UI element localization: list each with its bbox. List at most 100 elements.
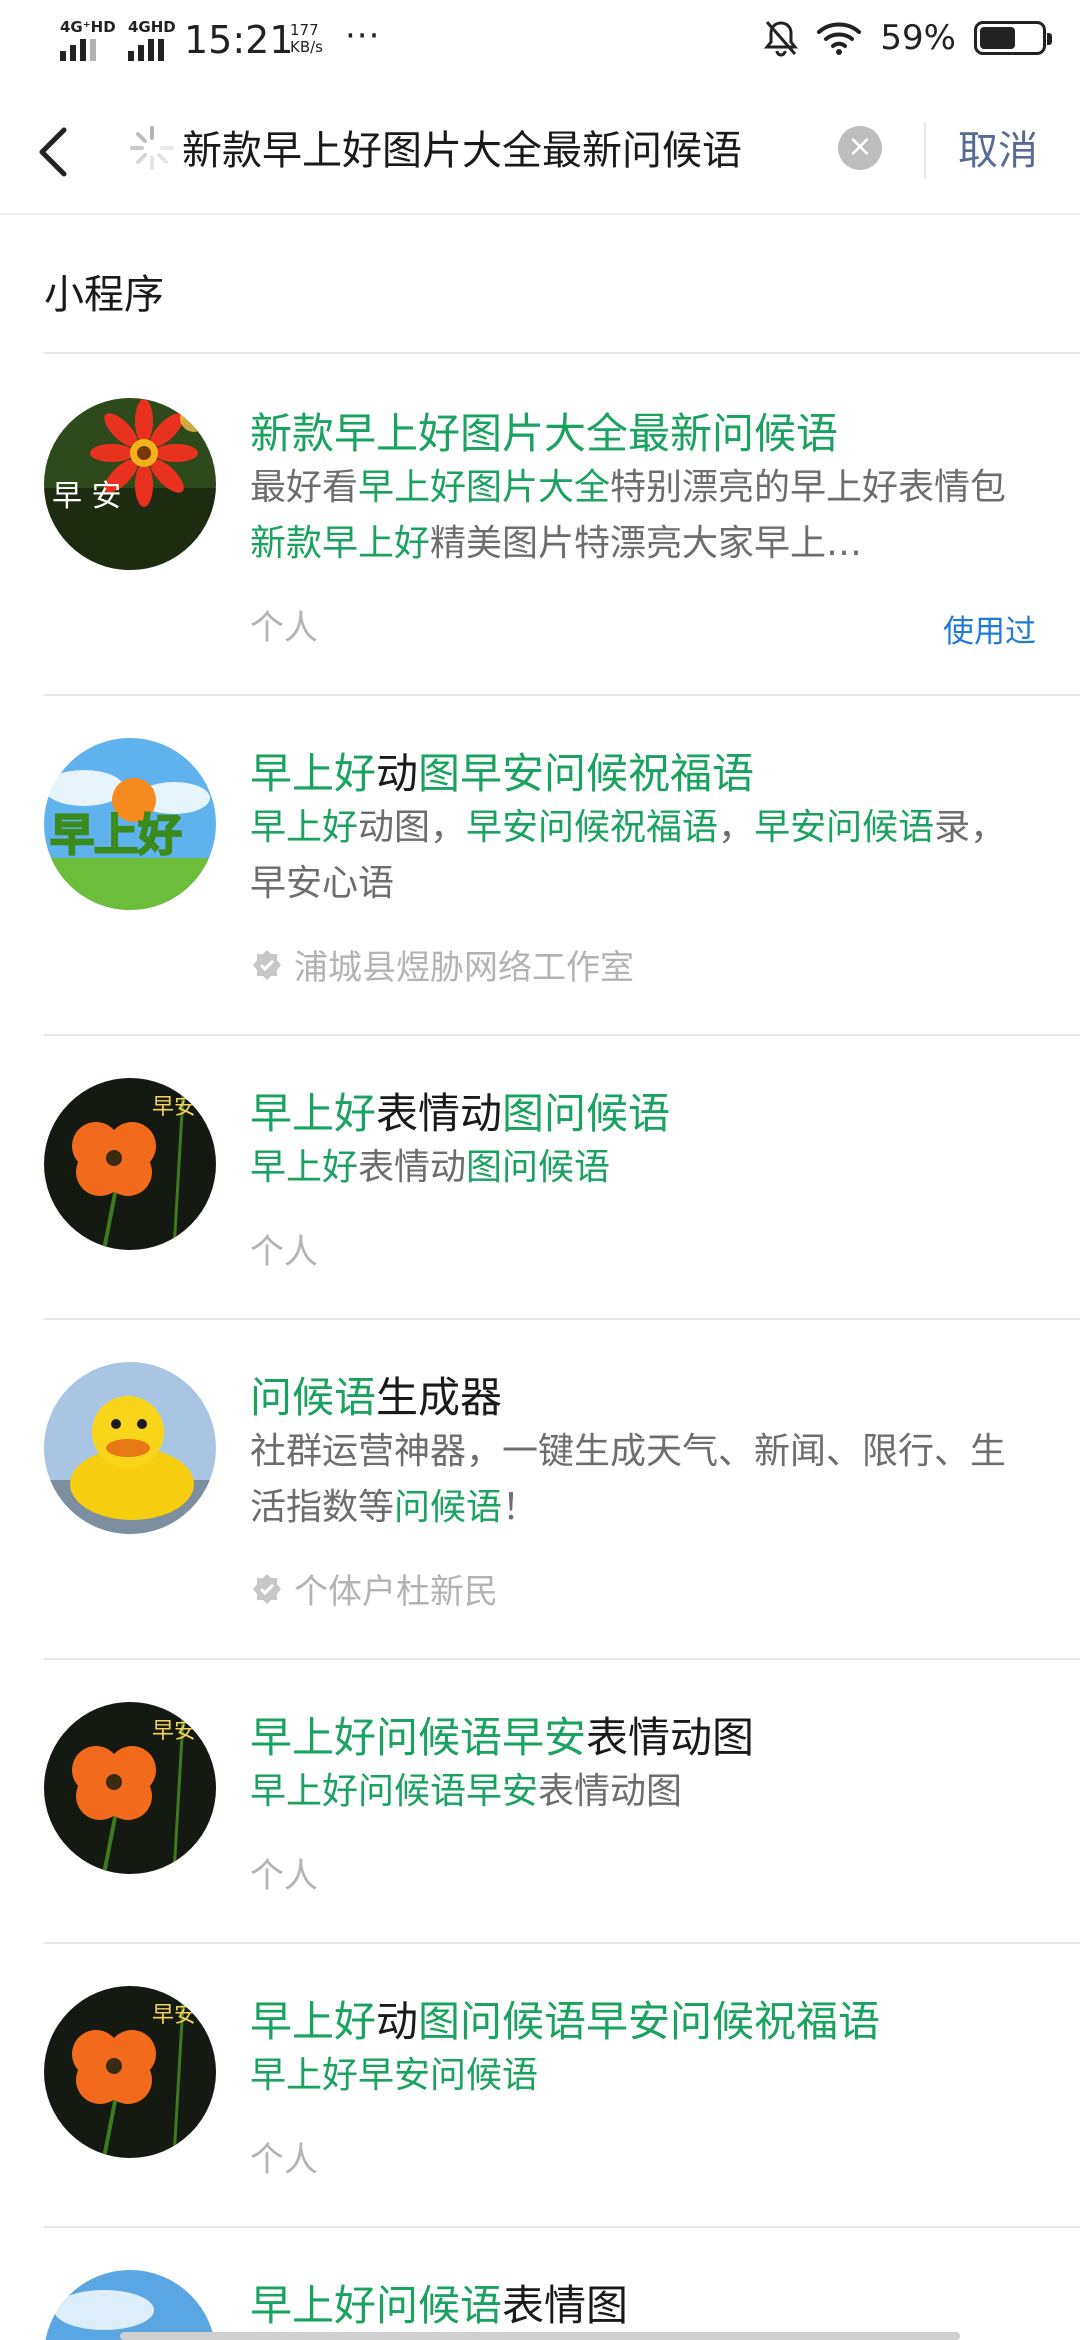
battery-icon bbox=[974, 21, 1052, 55]
clear-search-icon[interactable]: × bbox=[838, 126, 882, 170]
owner-name: 个人 bbox=[250, 1232, 318, 1272]
text-segment: 动 bbox=[376, 749, 419, 798]
keyword-highlight: 早安问候语 bbox=[754, 807, 935, 848]
result-item-2[interactable]: 早上好 早上好动图早安问候祝福语 早上好动图，早安问候祝福语，早安问候语录，早安… bbox=[0, 696, 1080, 1036]
keyword-highlight: 早上好 bbox=[250, 807, 359, 848]
result-title: 早上好表情动图问候语 bbox=[250, 1080, 670, 1141]
result-owner: 浦城县煜胁网络工作室 bbox=[250, 940, 634, 989]
search-input[interactable]: 新款早上好图片大全最新问候语 bbox=[182, 118, 822, 176]
text-segment: 表情图 bbox=[502, 2281, 629, 2330]
result-title: 新款早上好图片大全最新问候语 bbox=[250, 400, 838, 461]
text-segment: 生成器 bbox=[376, 1373, 503, 1422]
avatar-caption: 早 安 bbox=[52, 479, 122, 514]
result-owner: 个体户杜新民 bbox=[250, 1564, 498, 1613]
result-description: 社群运营神器，一键生成天气、新闻、限行、生活指数等问候语！ bbox=[250, 1424, 1040, 1536]
keyword-highlight: 图问候语早安问候祝福语 bbox=[418, 1997, 881, 2046]
keyword-highlight: 早上好问候语早安 bbox=[250, 1771, 539, 1812]
text-segment: 表情动图 bbox=[538, 1771, 683, 1812]
text-segment: ， bbox=[718, 807, 755, 848]
verified-badge-icon bbox=[253, 1573, 281, 1604]
net-speed: 177 KB/s bbox=[290, 22, 323, 56]
result-owner: 个人 bbox=[250, 2132, 318, 2181]
keyword-highlight: 早上好 bbox=[250, 1089, 377, 1138]
header-divider bbox=[924, 122, 926, 178]
result-description: 早上好动图，早安问候祝福语，早安问候语录，早安心语 bbox=[250, 800, 1040, 912]
keyword-highlight: 问候语 bbox=[250, 1373, 377, 1422]
text-segment: 特别漂亮的早上好表情包 bbox=[610, 467, 1007, 508]
result-description: 早上好问候语早安表情动图 bbox=[250, 1764, 1040, 1820]
owner-name: 个人 bbox=[250, 608, 318, 648]
result-item-1[interactable]: 早 安 新款早上好图片大全最新问候语 最好看早上好图片大全特别漂亮的早上好表情包… bbox=[0, 354, 1080, 696]
net-speed-value: 177 bbox=[290, 21, 319, 39]
signal-bars-icon bbox=[60, 39, 116, 61]
text-segment: 动图， bbox=[358, 807, 467, 848]
result-description: 早上好表情动图问候语 bbox=[250, 1140, 1040, 1196]
avatar-caption: 早上好 bbox=[50, 810, 182, 861]
result-item-3[interactable]: 早安 早上好表情动图问候语 早上好表情动图问候语 个人 bbox=[0, 1036, 1080, 1320]
keyword-highlight: 图早安问候祝福语 bbox=[418, 749, 755, 798]
search-loading-icon bbox=[130, 126, 174, 170]
result-owner: 个人 bbox=[250, 1848, 318, 1897]
keyword-highlight: 早上好早安问候语 bbox=[250, 2055, 539, 2096]
text-segment: 最好看 bbox=[250, 467, 359, 508]
verified-badge-icon bbox=[253, 949, 281, 980]
rubber-duck-avatar-image bbox=[44, 1362, 216, 1534]
poppy-avatar-image: 早安 bbox=[44, 1702, 216, 1874]
used-before-tag: 使用过 bbox=[943, 614, 1036, 650]
owner-name: 浦城县煜胁网络工作室 bbox=[294, 948, 634, 988]
avatar: 早安 bbox=[44, 1986, 216, 2158]
result-title: 早上好问候语早安表情动图 bbox=[250, 1704, 754, 1765]
keyword-highlight: 早安问候祝福语 bbox=[466, 807, 719, 848]
keyword-highlight: 图问候语 bbox=[502, 1089, 671, 1138]
sunflower-avatar-image: 早 安 bbox=[44, 398, 216, 570]
search-header: 新款早上好图片大全最新问候语 × 取消 bbox=[0, 100, 1080, 210]
result-item-6[interactable]: 早安 早上好动图问候语早安问候祝福语 早上好早安问候语 个人 bbox=[0, 1944, 1080, 2228]
text-segment: 表情动 bbox=[376, 1089, 503, 1138]
result-item-7[interactable]: 早上好问候语表情图 bbox=[0, 2228, 1080, 2340]
avatar bbox=[44, 1362, 216, 1534]
network-type-2: 4GHD bbox=[128, 18, 176, 36]
sky-avatar-image bbox=[44, 2270, 216, 2340]
text-segment: 社群运营神器，一键生成天气、新闻、限行、生活指数等 bbox=[250, 1431, 1007, 1528]
avatar-caption: 早安 bbox=[152, 1095, 196, 1120]
result-title: 问候语生成器 bbox=[250, 1364, 502, 1425]
cancel-button[interactable]: 取消 bbox=[958, 118, 1038, 176]
page: 4G⁺HD 4GHD 15:21 177 KB/s ··· 59% 新款早上好图… bbox=[0, 0, 1080, 2340]
result-item-5[interactable]: 早安 早上好问候语早安表情动图 早上好问候语早安表情动图 个人 bbox=[0, 1660, 1080, 1944]
good-morning-avatar-image: 早上好 bbox=[44, 738, 216, 910]
clock: 15:21 bbox=[184, 18, 294, 62]
result-owner: 个人 bbox=[250, 1224, 318, 1273]
mute-bell-icon bbox=[764, 21, 799, 57]
text-segment: 表情动图 bbox=[586, 1713, 755, 1762]
avatar: 早安 bbox=[44, 1702, 216, 1874]
result-title: 早上好问候语表情图 bbox=[250, 2272, 628, 2333]
net-speed-unit: KB/s bbox=[290, 38, 323, 56]
keyword-highlight: 早上好 bbox=[250, 749, 377, 798]
avatar: 早上好 bbox=[44, 738, 216, 910]
back-arrow-icon[interactable] bbox=[30, 122, 80, 182]
text-segment: ！ bbox=[502, 1487, 539, 1528]
keyword-highlight: 早上好 bbox=[250, 1997, 377, 2046]
keyword-highlight: 问候语 bbox=[394, 1487, 503, 1528]
signal-sim2: 4GHD bbox=[128, 20, 176, 61]
result-owner: 个人 bbox=[250, 600, 318, 649]
battery-fill bbox=[980, 27, 1016, 49]
owner-name: 个体户杜新民 bbox=[294, 1572, 498, 1612]
result-item-4[interactable]: 问候语生成器 社群运营神器，一键生成天气、新闻、限行、生活指数等问候语！ 个体户… bbox=[0, 1320, 1080, 1660]
keyword-highlight: 新款早上好图片大全最新问候语 bbox=[250, 409, 839, 458]
keyword-highlight: 早上好问候语早安 bbox=[250, 1713, 587, 1762]
text-segment: 动 bbox=[376, 1997, 419, 2046]
signal-sim1: 4G⁺HD bbox=[60, 20, 116, 61]
avatar bbox=[44, 2270, 216, 2340]
section-title-mini-programs: 小程序 bbox=[44, 272, 164, 318]
result-description: 早上好早安问候语 bbox=[250, 2048, 1040, 2104]
keyword-highlight: 早上好 bbox=[250, 1147, 359, 1188]
wifi-icon bbox=[817, 22, 862, 55]
result-description: 最好看早上好图片大全特别漂亮的早上好表情包新款早上好精美图片特漂亮大家早上… bbox=[250, 460, 1040, 572]
result-title: 早上好动图早安问候祝福语 bbox=[250, 740, 754, 801]
more-notifications-icon: ··· bbox=[345, 16, 381, 56]
avatar: 早 安 bbox=[44, 398, 216, 570]
header-bottom-border bbox=[0, 213, 1080, 215]
keyword-highlight: 早上好问候语 bbox=[250, 2281, 503, 2330]
signal-bars-icon bbox=[128, 39, 176, 61]
